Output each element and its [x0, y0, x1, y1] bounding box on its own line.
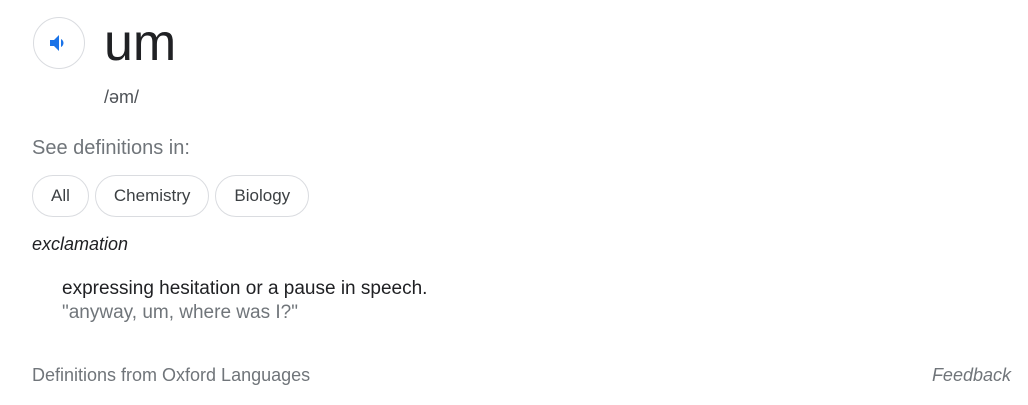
feedback-link[interactable]: Feedback	[932, 364, 1011, 386]
listen-button[interactable]	[33, 17, 85, 69]
speaker-icon	[50, 35, 64, 51]
chip-all[interactable]: All	[32, 175, 89, 217]
example-sentence: "anyway, um, where was I?"	[62, 302, 298, 323]
phonetic-spelling: /əm/	[104, 87, 140, 107]
headword: um	[104, 14, 177, 72]
definition-text: expressing hesitation or a pause in spee…	[62, 278, 428, 299]
chip-chemistry[interactable]: Chemistry	[94, 175, 210, 217]
definitions-source: Definitions from Oxford Languages	[32, 365, 311, 385]
part-of-speech: exclamation	[32, 234, 129, 254]
definition-domain-chips: All Chemistry Biology	[32, 175, 310, 217]
chip-biology[interactable]: Biology	[215, 175, 310, 217]
see-definitions-label: See definitions in:	[32, 137, 190, 159]
